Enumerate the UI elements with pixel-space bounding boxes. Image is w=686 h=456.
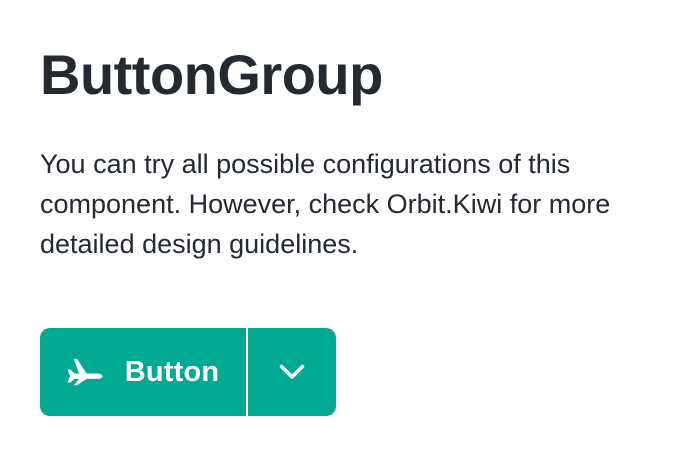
main-button[interactable]: Button bbox=[40, 328, 246, 416]
main-button-label: Button bbox=[124, 355, 220, 388]
dropdown-button[interactable] bbox=[248, 328, 336, 416]
button-group: Button bbox=[40, 328, 336, 416]
airplane-icon bbox=[67, 358, 103, 386]
chevron-down-icon bbox=[279, 364, 305, 380]
page-title: ButtonGroup bbox=[40, 43, 383, 106]
page: ButtonGroup You can try all possible con… bbox=[0, 0, 686, 456]
page-description: You can try all possible configurations … bbox=[40, 149, 611, 259]
